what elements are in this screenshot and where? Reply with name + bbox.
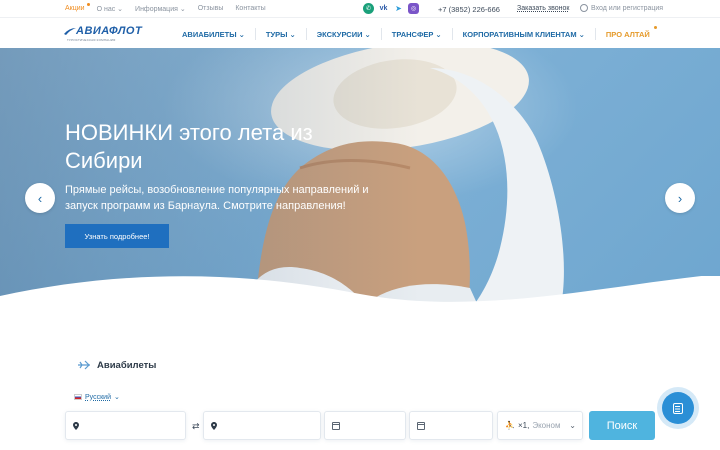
nav-item-excursions[interactable]: ЭКСКУРСИИ ⌄: [307, 28, 382, 40]
calendar-icon: [332, 421, 340, 430]
phone-number[interactable]: +7 (3852) 226-666: [438, 5, 500, 14]
login-link[interactable]: Вход или регистрация: [580, 4, 663, 12]
chevron-left-icon: ‹: [37, 190, 43, 206]
hero-banner: НОВИНКИ этого лета из Сибири Прямые рейс…: [0, 48, 720, 310]
social-links: ✆ vk ➤ ◎: [363, 3, 419, 14]
nav-item-altai[interactable]: ПРО АЛТАЙ: [596, 26, 660, 40]
hero-subtitle: Прямые рейсы, возобновление популярных н…: [65, 184, 369, 212]
language-select[interactable]: Русский ⌄: [74, 393, 120, 401]
location-pin-icon: [73, 421, 79, 430]
info-link[interactable]: Информация ⌄: [135, 5, 186, 13]
tab-flights[interactable]: Авиабилеты: [97, 360, 156, 371]
logo-swoosh-icon: [64, 28, 76, 35]
contacts-link[interactable]: Контакты: [235, 5, 265, 13]
main-nav: АВИАФЛОТ ТУРИСТИЧЕСКАЯ КОМПАНИЯ АВИАБИЛЕ…: [0, 19, 720, 48]
user-icon: [580, 4, 588, 12]
russia-flag-icon: [74, 394, 82, 400]
promo-link[interactable]: Акции: [65, 3, 90, 13]
telegram-icon[interactable]: ➤: [393, 3, 404, 14]
reviews-link[interactable]: Отзывы: [198, 5, 224, 13]
login-label: Вход или регистрация: [591, 4, 664, 12]
hero-shade: [0, 48, 420, 310]
hero-cta-button[interactable]: Узнать подробнее!: [65, 224, 169, 248]
chevron-down-icon: ⌄: [569, 421, 576, 430]
viber-icon[interactable]: ◎: [408, 3, 419, 14]
nav-menu: АВИАБИЛЕТЫ ⌄ ТУРЫ ⌄ ЭКСКУРСИИ ⌄ ТРАНСФЕР…: [172, 26, 660, 40]
passenger-icon: ⛹: [505, 421, 515, 430]
calendar-icon: [417, 421, 425, 430]
about-link[interactable]: О нас ⌄: [97, 5, 123, 13]
passengers-count: ×1,: [517, 421, 530, 430]
top-links: Акции О нас ⌄ Информация ⌄ Отзывы Контак…: [65, 3, 266, 13]
logo[interactable]: АВИАФЛОТ ТУРИСТИЧЕСКАЯ КОМПАНИЯ: [64, 25, 168, 43]
top-utility-bar: Акции О нас ⌄ Информация ⌄ Отзывы Контак…: [0, 0, 720, 18]
nav-item-tours[interactable]: ТУРЫ ⌄: [256, 28, 307, 40]
altai-dot: [653, 26, 657, 29]
language-label: Русский: [85, 393, 111, 401]
search-tabs: Авиабилеты: [77, 359, 156, 371]
nav-item-transfer[interactable]: ТРАНСФЕР ⌄: [382, 28, 453, 40]
location-pin-icon: [211, 421, 217, 430]
whatsapp-icon[interactable]: ✆: [363, 3, 374, 14]
logo-text: АВИАФЛОТ: [76, 25, 143, 37]
chat-button[interactable]: [662, 392, 694, 424]
logo-subtitle: ТУРИСТИЧЕСКАЯ КОМПАНИЯ: [67, 38, 116, 42]
cabin-class: Эконом: [532, 421, 561, 430]
promo-dot: [86, 3, 90, 6]
chevron-right-icon: ›: [677, 190, 683, 206]
swap-icon[interactable]: ⇄: [192, 421, 200, 432]
destination-field[interactable]: [203, 411, 321, 440]
search-button[interactable]: Поиск: [589, 411, 655, 440]
hero-wave: [0, 276, 720, 310]
plane-icon: [78, 360, 90, 370]
hero-title: НОВИНКИ этого лета из Сибири: [65, 120, 313, 173]
chat-icon: [673, 402, 683, 414]
nav-item-corporate[interactable]: КОРПОРАТИВНЫМ КЛИЕНТАМ ⌄: [453, 28, 596, 40]
departure-date-field[interactable]: [324, 411, 406, 440]
callback-link[interactable]: Заказать звонок: [517, 5, 569, 12]
vk-icon[interactable]: vk: [378, 3, 389, 14]
passengers-select[interactable]: ⛹ ×1, Эконом ⌄: [497, 411, 583, 440]
carousel-prev-button[interactable]: ‹: [25, 183, 55, 213]
return-date-field[interactable]: [409, 411, 493, 440]
carousel-next-button[interactable]: ›: [665, 183, 695, 213]
chevron-down-icon: ⌄: [113, 394, 120, 401]
origin-field[interactable]: [65, 411, 186, 440]
nav-item-flights[interactable]: АВИАБИЛЕТЫ ⌄: [172, 28, 256, 40]
